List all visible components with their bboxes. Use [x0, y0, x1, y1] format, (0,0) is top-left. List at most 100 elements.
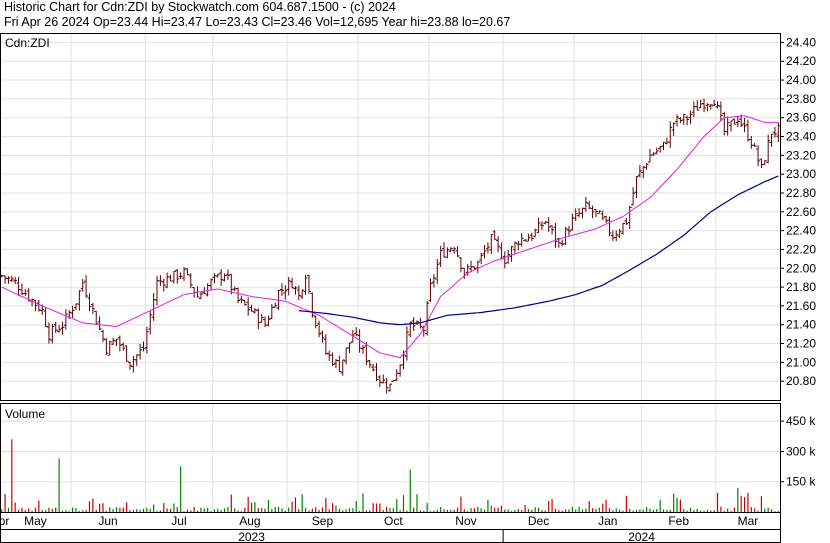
price-bar	[745, 119, 750, 142]
price-bar	[6, 276, 11, 284]
price-bar	[668, 121, 673, 149]
year-axis-labels: 2023 2024	[238, 530, 655, 543]
price-bar	[664, 137, 669, 145]
price-bar	[168, 274, 173, 282]
month-axis-labels: May Jun Jul Aug Sep Oct Nov Dec Jan Feb Mar Apr	[0, 514, 758, 528]
price-bar	[776, 122, 781, 143]
price-bar	[151, 293, 156, 321]
price-bar	[529, 232, 534, 242]
price-bar	[138, 343, 143, 360]
price-tick-label: 22.20	[786, 242, 816, 256]
price-bar	[50, 323, 55, 344]
price-bar	[512, 241, 517, 254]
price-bar	[148, 310, 153, 335]
price-bar	[171, 270, 176, 284]
price-bar	[202, 287, 207, 295]
volume-grid	[0, 403, 780, 512]
month-label: Mar	[738, 514, 759, 528]
price-bar	[90, 302, 95, 315]
price-bar	[681, 113, 686, 125]
price-bar	[259, 314, 264, 323]
price-bar	[158, 275, 163, 286]
price-tick-label: 21.60	[786, 299, 816, 313]
price-bar	[705, 103, 710, 112]
volume-tick-label: 450 k	[786, 414, 816, 428]
price-bar	[732, 118, 737, 125]
price-tick-label: 23.20	[786, 148, 816, 162]
price-tick-label: 23.60	[786, 111, 816, 125]
price-bar	[60, 321, 65, 335]
price-bar	[23, 289, 28, 296]
price-bar	[3, 275, 8, 284]
price-tick-label: 23.80	[786, 92, 816, 106]
year-label: 2024	[628, 530, 655, 543]
price-bar	[77, 290, 82, 311]
price-bars	[0, 98, 781, 394]
price-tick-label: 22.80	[786, 186, 816, 200]
price-tick-label: 21.40	[786, 318, 816, 332]
price-bar	[43, 308, 48, 328]
price-tick-label: 22.00	[786, 261, 816, 275]
price-bar	[546, 217, 551, 233]
price-bar	[327, 350, 332, 361]
price-bar	[725, 116, 730, 136]
volume-tick-label: 150 k	[786, 475, 816, 489]
price-bar	[97, 316, 102, 330]
price-bar	[310, 292, 315, 318]
month-label: Oct	[384, 514, 403, 528]
volume-axis-ticks: 150 k 300 k 450 k	[780, 414, 816, 489]
price-bar	[627, 205, 632, 230]
price-tick-label: 24.20	[786, 54, 816, 68]
price-bar	[246, 297, 251, 316]
price-bar	[452, 246, 457, 254]
price-bar	[631, 187, 636, 206]
price-bar	[620, 222, 625, 235]
price-bar	[134, 354, 139, 366]
price-tick-label: 20.80	[786, 374, 816, 388]
price-bar	[553, 222, 558, 248]
month-label: Dec	[528, 514, 549, 528]
price-bar	[685, 115, 690, 126]
price-bar	[458, 257, 463, 273]
price-tick-label: 22.40	[786, 224, 816, 238]
price-tick-label: 23.40	[786, 130, 816, 144]
month-label: Aug	[239, 514, 260, 528]
price-bar	[344, 347, 349, 365]
price-tick-label: 21.00	[786, 355, 816, 369]
price-tick-label: 21.20	[786, 337, 816, 351]
price-grid	[0, 33, 780, 400]
moving-average-short	[1, 115, 779, 359]
price-bar	[394, 369, 399, 381]
price-bar	[475, 260, 480, 274]
price-bar	[604, 215, 609, 223]
price-bar	[16, 276, 21, 296]
price-bar	[374, 363, 379, 382]
price-bar	[128, 361, 132, 370]
price-tick-label: 21.80	[786, 280, 816, 294]
price-bar	[577, 207, 582, 218]
price-bar	[675, 114, 680, 127]
price-tick-label: 23.00	[786, 167, 816, 181]
month-label: Apr	[0, 514, 9, 528]
price-bar	[317, 320, 322, 338]
price-bar	[300, 289, 305, 299]
volume-bars	[1, 439, 779, 512]
price-tick-label: 22.60	[786, 205, 816, 219]
price-bar	[239, 295, 244, 304]
year-label: 2023	[238, 530, 265, 543]
price-bar	[279, 283, 284, 296]
price-bar	[256, 308, 261, 330]
month-label: Jan	[598, 514, 617, 528]
price-bar	[607, 216, 612, 237]
price-axis-ticks: 20.80 21.00 21.20 21.40 21.60 21.80 22.00 22.20…	[780, 35, 816, 388]
price-bar	[273, 302, 278, 308]
price-bar	[188, 273, 193, 289]
price-bar	[155, 275, 160, 306]
price-bar	[658, 146, 663, 153]
month-label: May	[24, 514, 47, 528]
month-label: Sep	[312, 514, 334, 528]
volume-label: Volume	[5, 407, 45, 421]
price-bar	[337, 355, 342, 373]
price-panel-frame	[0, 33, 781, 401]
price-bar	[165, 272, 170, 289]
